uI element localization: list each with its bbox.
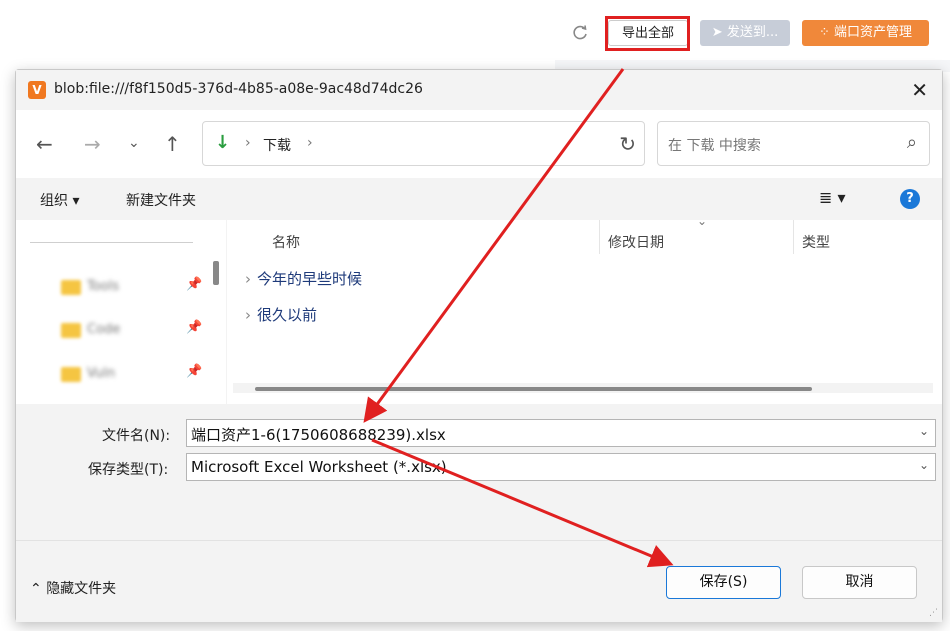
send-icon: ➤ — [711, 25, 727, 40]
pin-icon: 📌 — [186, 277, 203, 292]
app-icon: V — [28, 81, 46, 99]
hide-folders-label: 隐藏文件夹 — [46, 581, 117, 597]
quick-access-label: Vuln — [87, 366, 116, 381]
filename-input[interactable]: 端口资产1-6(1750608688239).xlsx ⌄ — [186, 419, 936, 447]
app-toolbar: 导出全部 ➤ 发送到... ⁘ 端口资产管理 — [0, 0, 950, 72]
nav-divider — [30, 242, 193, 243]
search-box[interactable]: 在 下载 中搜索 ⌕ — [657, 121, 930, 166]
hide-folders-toggle[interactable]: ⌃ 隐藏文件夹 — [30, 578, 116, 598]
port-asset-button[interactable]: ⁘ 端口资产管理 — [802, 20, 929, 46]
column-name[interactable]: 名称 — [272, 232, 300, 252]
grid-icon: ⁘ — [818, 25, 834, 40]
breadcrumb-separator-icon: › — [245, 135, 251, 151]
save-dialog: V blob:file:///f8f150d5-376d-4b85-a08e-9… — [15, 69, 943, 622]
group-header[interactable]: › 今年的早些时候 — [245, 268, 362, 289]
send-to-label: 发送到... — [726, 25, 779, 40]
refresh-icon[interactable]: ↻ — [619, 132, 636, 156]
download-icon: ↓ — [215, 132, 231, 153]
chevron-down-icon[interactable]: ⌄ — [919, 424, 929, 438]
pin-icon: 📌 — [186, 364, 203, 379]
back-icon[interactable]: ← — [36, 132, 53, 156]
group-label: 很久以前 — [257, 306, 318, 324]
refresh-icon[interactable] — [570, 23, 590, 43]
forward-icon[interactable]: → — [84, 132, 101, 156]
quick-access-label: Tools — [87, 279, 120, 294]
quick-access-item[interactable]: Tools 📌 — [61, 276, 211, 298]
horizontal-scrollbar[interactable] — [255, 387, 812, 391]
export-highlight-box — [605, 16, 690, 51]
column-divider — [599, 220, 600, 254]
navigation-bar: ← → ⌄ ↑ ↓ › 下载 › ↻ 在 下载 中搜索 ⌕ — [16, 110, 942, 178]
cancel-button[interactable]: 取消 — [802, 566, 917, 599]
breadcrumb-chevron-icon: › — [307, 135, 313, 151]
filename-label: 文件名(N): — [102, 428, 171, 444]
port-asset-label: 端口资产管理 — [834, 25, 913, 40]
address-bar[interactable]: ↓ › 下载 › ↻ — [202, 121, 645, 166]
filetype-label: 保存类型(T): — [88, 462, 169, 478]
chevron-down-icon[interactable]: ⌄ — [128, 135, 140, 151]
search-placeholder: 在 下载 中搜索 — [668, 138, 761, 154]
chevron-right-icon: › — [245, 306, 251, 324]
column-type[interactable]: 类型 — [802, 232, 830, 252]
view-options-icon[interactable]: ≣ ▾ — [819, 188, 846, 207]
group-header[interactable]: › 很久以前 — [245, 304, 317, 325]
sort-chevron-icon: ⌄ — [697, 214, 708, 228]
close-icon[interactable]: ✕ — [911, 78, 928, 102]
column-divider — [793, 220, 794, 254]
chevron-down-icon[interactable]: ⌄ — [919, 458, 929, 472]
quick-access-item[interactable]: Vuln 📌 — [61, 363, 211, 385]
search-icon: ⌕ — [906, 132, 917, 153]
organize-button[interactable]: 组织 ▾ — [40, 190, 79, 210]
save-form: 文件名(N): 端口资产1-6(1750608688239).xlsx ⌄ 保存… — [16, 404, 942, 540]
chevron-up-icon: ⌃ — [30, 581, 47, 597]
dialog-titlebar: V blob:file:///f8f150d5-376d-4b85-a08e-9… — [16, 70, 942, 110]
send-to-button[interactable]: ➤ 发送到... — [700, 20, 790, 46]
dialog-title: blob:file:///f8f150d5-376d-4b85-a08e-9ac… — [54, 81, 423, 97]
folder-icon — [61, 323, 81, 338]
filename-value: 端口资产1-6(1750608688239).xlsx — [191, 426, 446, 444]
navigation-pane: Tools 📌 Code 📌 Vuln 📌 — [16, 220, 226, 404]
breadcrumb-downloads[interactable]: 下载 — [263, 135, 291, 155]
pin-icon: 📌 — [186, 320, 203, 335]
filetype-value: Microsoft Excel Worksheet (*.xlsx) — [191, 458, 447, 476]
folder-icon — [61, 280, 81, 295]
quick-access-item[interactable]: Code 📌 — [61, 319, 211, 341]
file-list: 名称 修改日期 ⌄ 类型 › 今年的早些时候 › 很久以前 — [227, 214, 942, 404]
new-folder-button[interactable]: 新建文件夹 — [126, 190, 196, 210]
group-label: 今年的早些时候 — [257, 270, 363, 288]
filetype-select[interactable]: Microsoft Excel Worksheet (*.xlsx) ⌄ — [186, 453, 936, 481]
quick-access-label: Code — [87, 322, 121, 337]
chevron-right-icon: › — [245, 270, 251, 288]
column-date[interactable]: 修改日期 — [608, 232, 664, 252]
folder-icon — [61, 367, 81, 382]
dialog-footer: ⌃ 隐藏文件夹 保存(S) 取消 ⋰ — [16, 540, 942, 622]
vertical-scrollbar[interactable] — [213, 261, 219, 285]
save-button[interactable]: 保存(S) — [666, 566, 781, 599]
resize-grip-icon[interactable]: ⋰ — [929, 608, 938, 618]
command-bar: 组织 ▾ 新建文件夹 ≣ ▾ ? — [16, 178, 942, 220]
help-icon[interactable]: ? — [900, 189, 920, 209]
up-icon[interactable]: ↑ — [164, 132, 181, 156]
